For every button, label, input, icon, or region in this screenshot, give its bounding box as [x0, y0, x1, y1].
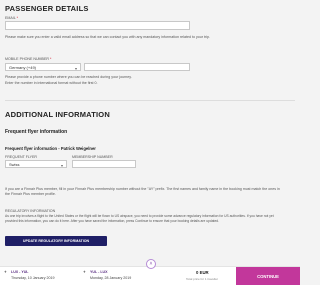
- total-price-note: Total price for 1 traveller: [186, 277, 219, 281]
- regulatory-info-label: REGULATORY INFORMATION: [5, 209, 56, 213]
- page: PASSENGER DETAILS EMAIL * Please make su…: [0, 0, 300, 285]
- frequent-flyer-title: Frequent flyer information: [5, 129, 68, 135]
- section-divider: [5, 100, 295, 101]
- update-regulatory-button[interactable]: UPDATE REGULATORY INFORMATION: [5, 236, 107, 246]
- chevron-down-icon: ▾: [74, 66, 77, 71]
- chevron-down-icon: ▾: [60, 163, 63, 168]
- frequent-flyer-passenger: Frequent flyer information - Patrick Wei…: [5, 146, 96, 151]
- frequent-flyer-help-text: If you are a Finnair Plus member, fill i…: [5, 187, 280, 197]
- outbound-flight-icon: ✈: [4, 270, 8, 274]
- phone-format-help-text: Enter the number in international format…: [5, 81, 98, 85]
- phone-help-text: Please provide a phone number where you …: [5, 75, 132, 79]
- return-date: Monday, 28 January 2019: [90, 276, 132, 280]
- country-code-select[interactable]: Germany (+49) ▾: [5, 63, 81, 71]
- country-code-value: Germany (+49): [9, 65, 37, 70]
- frequent-flyer-value: Swiss: [9, 162, 20, 167]
- total-price: 0 EUR: [196, 270, 209, 275]
- frequent-flyer-select[interactable]: Swiss ▾: [5, 160, 67, 168]
- additional-info-title: ADDITIONAL INFORMATION: [5, 110, 110, 119]
- outbound-route: LUX - YUL: [11, 270, 29, 274]
- chevron-up-icon[interactable]: ˄: [146, 259, 156, 269]
- regulatory-info-help: As one trip involves a flight to the Uni…: [5, 214, 274, 223]
- continue-button[interactable]: CONTINUE: [236, 267, 300, 285]
- email-label: EMAIL *: [5, 16, 19, 20]
- email-field[interactable]: [5, 21, 190, 30]
- membership-number-label: MEMBERSHIP NUMBER: [72, 155, 113, 159]
- email-help-text: Please make sure you enter a valid email…: [5, 35, 210, 39]
- mobile-phone-label: MOBILE PHONE NUMBER *: [5, 57, 52, 61]
- return-flight-icon: ✈: [83, 270, 87, 274]
- passenger-details-title: PASSENGER DETAILS: [5, 4, 89, 13]
- membership-number-field[interactable]: [72, 160, 136, 168]
- phone-number-field[interactable]: [84, 63, 190, 71]
- return-route: YUL - LUX: [90, 270, 108, 274]
- outbound-date: Thursday, 10 January 2019: [11, 276, 55, 280]
- frequent-flyer-label: FREQUENT FLYER: [5, 155, 38, 159]
